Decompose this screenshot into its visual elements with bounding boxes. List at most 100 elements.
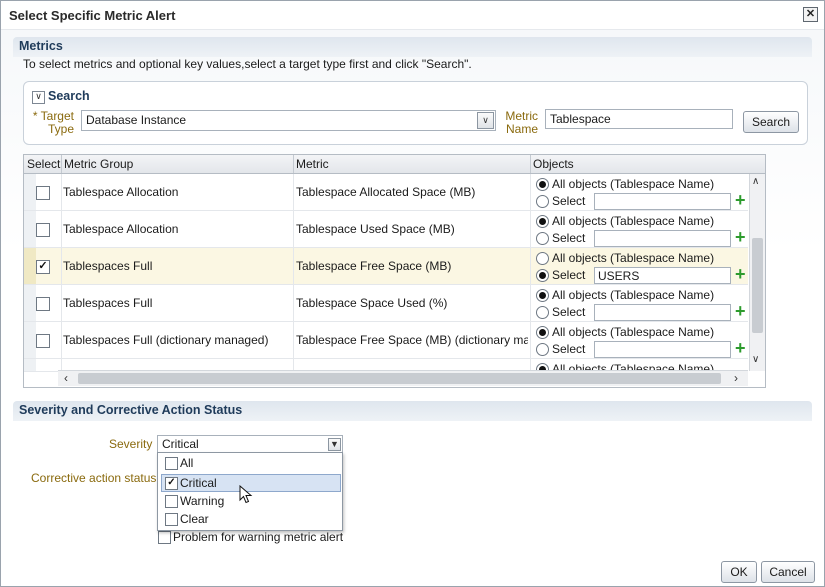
target-type-value: Database Instance: [86, 113, 187, 127]
table-row: Tablespaces Full (dictionary managed) Ta…: [24, 322, 748, 359]
metric-group-cell: Tablespaces Full: [63, 296, 153, 310]
metrics-section-header: [13, 37, 812, 57]
option-checkbox[interactable]: [165, 457, 178, 470]
all-objects-radio[interactable]: [536, 178, 549, 191]
row-select-checkbox[interactable]: [36, 334, 50, 348]
option-checkbox[interactable]: [165, 513, 178, 526]
option-label: Clear: [180, 512, 209, 526]
add-icon[interactable]: +: [735, 228, 749, 246]
all-objects-radio[interactable]: [536, 252, 549, 265]
col-divider: [61, 285, 62, 321]
chevron-down-icon[interactable]: ▼: [328, 438, 341, 451]
row-select-checkbox[interactable]: ✓: [36, 260, 50, 274]
scroll-thumb[interactable]: [752, 238, 763, 333]
target-type-select[interactable]: Database Instance ∨: [81, 110, 496, 131]
add-icon[interactable]: +: [735, 191, 749, 209]
option-checkbox[interactable]: [165, 495, 178, 508]
option-checkbox[interactable]: ✓: [165, 477, 178, 490]
corrective-action-label: Corrective action status: [31, 471, 157, 485]
mouse-cursor-icon: [239, 485, 253, 504]
row-select-checkbox[interactable]: [36, 297, 50, 311]
select-objects-label: Select: [552, 268, 586, 282]
col-divider: [61, 248, 62, 284]
metric-group-cell: Tablespaces Full (dictionary managed): [63, 333, 269, 347]
severity-section-title: Severity and Corrective Action Status: [19, 403, 243, 417]
required-marker: *: [32, 109, 38, 123]
cancel-button[interactable]: Cancel: [761, 561, 815, 583]
collapse-toggle-icon[interactable]: ∨: [32, 91, 45, 104]
all-objects-label: All objects (Tablespace Name): [552, 325, 715, 339]
metric-group-cell: Tablespaces Full: [63, 259, 153, 273]
search-button[interactable]: Search: [743, 111, 799, 133]
search-panel: ∨ Search * Target Type Database Instance…: [23, 81, 808, 145]
object-name-input[interactable]: [594, 193, 731, 210]
select-objects-radio[interactable]: [536, 269, 549, 282]
metric-name-label-line1: Metric: [505, 109, 538, 123]
all-objects-radio[interactable]: [536, 215, 549, 228]
select-objects-label: Select: [552, 194, 586, 208]
row-marker: [24, 248, 36, 284]
row-select-checkbox[interactable]: [36, 223, 50, 237]
col-header-metric: Metric: [296, 157, 329, 171]
object-name-input[interactable]: [594, 341, 731, 358]
metric-name-input[interactable]: Tablespace: [545, 109, 733, 129]
scroll-down-icon[interactable]: ∨: [752, 354, 759, 365]
all-objects-radio[interactable]: [536, 326, 549, 339]
table-row: Tablespace Allocation Tablespace Used Sp…: [24, 211, 748, 248]
option-label: Critical: [180, 476, 217, 490]
metric-name-value: Tablespace: [550, 112, 611, 126]
warning-alert-label: Problem for warning metric alert: [173, 530, 344, 544]
select-objects-radio[interactable]: [536, 232, 549, 245]
row-marker: [24, 322, 36, 358]
add-icon[interactable]: +: [735, 339, 749, 357]
scroll-right-icon[interactable]: ›: [734, 371, 738, 385]
target-type-label-line2: Type: [47, 122, 74, 136]
severity-option-all[interactable]: All: [162, 455, 338, 471]
dialog-title: Select Specific Metric Alert: [9, 8, 176, 23]
col-header-metric-group: Metric Group: [64, 157, 134, 171]
target-type-label: * Target Type: [28, 110, 74, 136]
severity-select[interactable]: Critical ▼: [157, 435, 343, 453]
scroll-up-icon[interactable]: ∧: [752, 176, 759, 187]
severity-option-clear[interactable]: Clear: [162, 511, 338, 527]
metric-cell: Tablespace Free Space (MB) (dictionary m…: [296, 333, 528, 347]
ok-button[interactable]: OK: [721, 561, 757, 583]
close-icon[interactable]: ✕: [803, 7, 818, 22]
object-name-input[interactable]: [594, 304, 731, 321]
row-marker: [24, 359, 36, 371]
scroll-thumb[interactable]: [78, 373, 721, 384]
col-divider: [530, 211, 531, 247]
col-divider: [530, 174, 531, 210]
metrics-section-title: Metrics: [19, 39, 63, 53]
row-marker: [24, 174, 36, 210]
metric-cell: Tablespace Used Space (MB): [296, 222, 455, 236]
all-objects-label: All objects (Tablespace Name): [552, 288, 715, 302]
object-name-input[interactable]: USERS: [594, 267, 731, 284]
col-separator: [530, 155, 531, 173]
add-icon[interactable]: +: [735, 302, 749, 320]
select-objects-label: Select: [552, 342, 586, 356]
all-objects-radio[interactable]: [536, 289, 549, 302]
select-objects-radio[interactable]: [536, 343, 549, 356]
col-divider: [293, 322, 294, 358]
col-divider: [293, 248, 294, 284]
metric-cell: Tablespace Allocated Space (MB): [296, 185, 476, 199]
warning-alert-checkbox[interactable]: [158, 531, 171, 544]
metric-cell: Tablespace Free Space (MB): [296, 259, 452, 273]
vertical-scrollbar[interactable]: ∧ ∨: [749, 174, 765, 371]
metric-name-label-line2: Name: [505, 122, 538, 136]
select-objects-radio[interactable]: [536, 195, 549, 208]
col-header-objects: Objects: [533, 157, 574, 171]
horizontal-scrollbar[interactable]: ‹ ›: [58, 370, 748, 386]
metric-group-cell: Tablespace Allocation: [63, 185, 179, 199]
all-objects-label: All objects (Tablespace Name): [552, 251, 715, 265]
row-select-checkbox[interactable]: [36, 186, 50, 200]
col-separator: [293, 155, 294, 173]
col-divider: [530, 248, 531, 284]
object-name-input[interactable]: [594, 230, 731, 247]
scroll-left-icon[interactable]: ‹: [64, 371, 68, 385]
dialog-titlebar: Select Specific Metric Alert ✕: [1, 1, 824, 30]
add-icon[interactable]: +: [735, 265, 749, 283]
select-objects-radio[interactable]: [536, 306, 549, 319]
chevron-down-icon[interactable]: ∨: [477, 112, 494, 129]
